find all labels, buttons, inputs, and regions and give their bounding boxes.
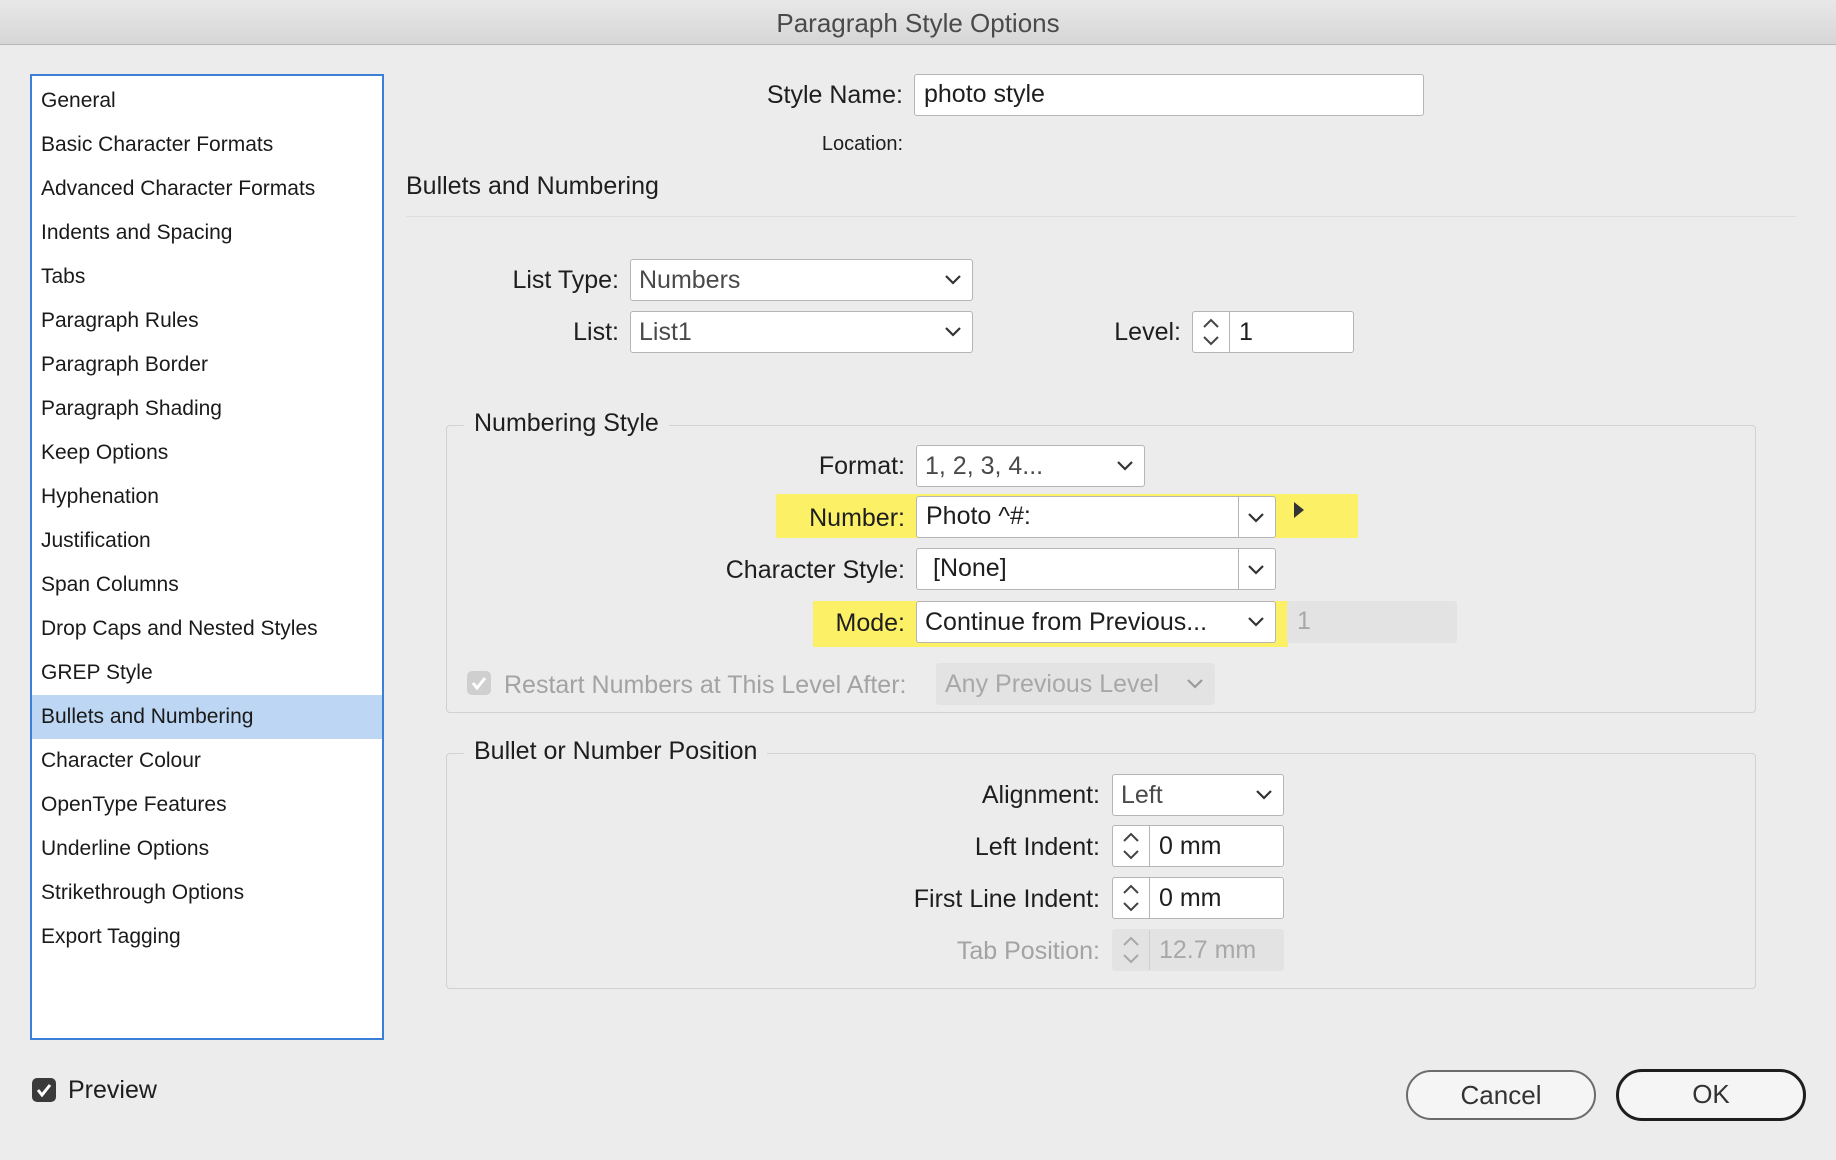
sidebar-item-paragraph-border[interactable]: Paragraph Border	[32, 343, 382, 387]
mode-label: Mode:	[835, 609, 905, 637]
chevron-down-icon	[945, 327, 961, 337]
preview-checkbox[interactable]	[32, 1078, 56, 1102]
combo-divider	[1238, 549, 1239, 589]
sidebar-item-drop-caps[interactable]: Drop Caps and Nested Styles	[32, 607, 382, 651]
sidebar-item-paragraph-shading[interactable]: Paragraph Shading	[32, 387, 382, 431]
section-divider	[406, 216, 1796, 217]
mode-select[interactable]: Continue from Previous...	[916, 601, 1276, 643]
left-indent-stepper[interactable]: 0 mm	[1112, 825, 1284, 867]
restart-after-value: Any Previous Level	[945, 669, 1160, 698]
up-down-arrows-icon	[1203, 318, 1219, 346]
alignment-select[interactable]: Left	[1112, 774, 1284, 816]
number-value: Photo ^#:	[926, 502, 1031, 530]
first-line-indent-stepper[interactable]: 0 mm	[1112, 877, 1284, 919]
stepper-arrows[interactable]	[1113, 878, 1150, 918]
window-title: Paragraph Style Options	[0, 0, 1836, 45]
preview-label[interactable]: Preview	[68, 1076, 157, 1105]
sidebar-item-advanced-character-formats[interactable]: Advanced Character Formats	[32, 167, 382, 211]
stepper-arrows[interactable]	[1193, 312, 1230, 352]
format-select[interactable]: 1, 2, 3, 4...	[916, 445, 1145, 487]
tab-position-label: Tab Position:	[956, 937, 1100, 965]
mode-value: Continue from Previous...	[925, 607, 1208, 636]
stepper-arrows	[1113, 930, 1150, 970]
sidebar-item-indents-and-spacing[interactable]: Indents and Spacing	[32, 211, 382, 255]
chevron-down-icon	[945, 275, 961, 285]
list-type-value: Numbers	[639, 265, 741, 294]
cancel-button[interactable]: Cancel	[1406, 1070, 1596, 1120]
character-style-value: [None]	[933, 554, 1007, 582]
checkmark-icon	[36, 1084, 52, 1098]
level-value: 1	[1239, 317, 1253, 346]
mode-start-input: 1	[1287, 601, 1457, 643]
restart-numbers-checkbox	[467, 671, 491, 695]
left-indent-label: Left Indent:	[974, 833, 1100, 861]
restart-after-select: Any Previous Level	[936, 663, 1215, 705]
section-title: Bullets and Numbering	[406, 172, 659, 200]
format-value: 1, 2, 3, 4...	[925, 451, 1044, 480]
sidebar-item-keep-options[interactable]: Keep Options	[32, 431, 382, 475]
sidebar-item-opentype-features[interactable]: OpenType Features	[32, 783, 382, 827]
category-list[interactable]: General Basic Character Formats Advanced…	[30, 74, 384, 1040]
location-label: Location:	[821, 133, 903, 155]
character-style-select[interactable]: [None]	[916, 548, 1276, 590]
chevron-down-icon	[1248, 617, 1264, 627]
first-line-indent-label: First Line Indent:	[913, 885, 1100, 913]
sidebar-item-basic-character-formats[interactable]: Basic Character Formats	[32, 123, 382, 167]
first-line-indent-value: 0 mm	[1159, 883, 1222, 912]
up-down-arrows-icon	[1123, 832, 1139, 860]
chevron-down-icon	[1256, 790, 1272, 800]
list-select[interactable]: List1	[630, 311, 973, 353]
sidebar-item-hyphenation[interactable]: Hyphenation	[32, 475, 382, 519]
number-label: Number:	[809, 504, 905, 532]
chevron-down-icon	[1117, 461, 1133, 471]
sidebar-item-justification[interactable]: Justification	[32, 519, 382, 563]
numbering-style-title: Numbering Style	[464, 409, 669, 438]
level-stepper[interactable]: 1	[1192, 311, 1354, 353]
format-label: Format:	[818, 452, 905, 480]
sidebar-item-paragraph-rules[interactable]: Paragraph Rules	[32, 299, 382, 343]
up-down-arrows-icon	[1123, 884, 1139, 912]
sidebar-item-strikethrough-options[interactable]: Strikethrough Options	[32, 871, 382, 915]
tab-position-stepper: 12.7 mm	[1112, 929, 1284, 971]
character-style-label: Character Style:	[725, 556, 905, 584]
list-type-label: List Type:	[512, 266, 619, 294]
checkmark-icon	[471, 677, 487, 691]
sidebar-item-export-tagging[interactable]: Export Tagging	[32, 915, 382, 959]
number-combo[interactable]: Photo ^#:	[916, 496, 1276, 538]
list-type-select[interactable]: Numbers	[630, 259, 973, 301]
list-value: List1	[639, 317, 692, 346]
insert-special-character-icon[interactable]	[1292, 500, 1306, 520]
sidebar-item-grep-style[interactable]: GREP Style	[32, 651, 382, 695]
chevron-down-icon	[1187, 679, 1203, 689]
style-name-input[interactable]: photo style	[914, 74, 1424, 116]
sidebar-item-tabs[interactable]: Tabs	[32, 255, 382, 299]
up-down-arrows-icon	[1123, 936, 1139, 964]
ok-button[interactable]: OK	[1616, 1069, 1806, 1121]
tab-position-value: 12.7 mm	[1159, 935, 1257, 964]
alignment-label: Alignment:	[981, 781, 1100, 809]
sidebar-item-general[interactable]: General	[32, 79, 382, 123]
sidebar-item-bullets-and-numbering[interactable]: Bullets and Numbering	[32, 695, 382, 739]
left-indent-value: 0 mm	[1159, 831, 1222, 860]
style-name-label: Style Name:	[766, 81, 903, 109]
sidebar-item-underline-options[interactable]: Underline Options	[32, 827, 382, 871]
list-label: List:	[573, 318, 619, 346]
position-title: Bullet or Number Position	[464, 737, 768, 766]
chevron-down-icon	[1248, 513, 1264, 523]
position-group	[446, 753, 1756, 989]
sidebar-item-character-colour[interactable]: Character Colour	[32, 739, 382, 783]
restart-numbers-label: Restart Numbers at This Level After:	[504, 671, 907, 699]
sidebar-item-span-columns[interactable]: Span Columns	[32, 563, 382, 607]
alignment-value: Left	[1121, 780, 1163, 809]
stepper-arrows[interactable]	[1113, 826, 1150, 866]
combo-divider	[1238, 497, 1239, 537]
chevron-down-icon	[1248, 565, 1264, 575]
level-label: Level:	[1114, 318, 1181, 346]
